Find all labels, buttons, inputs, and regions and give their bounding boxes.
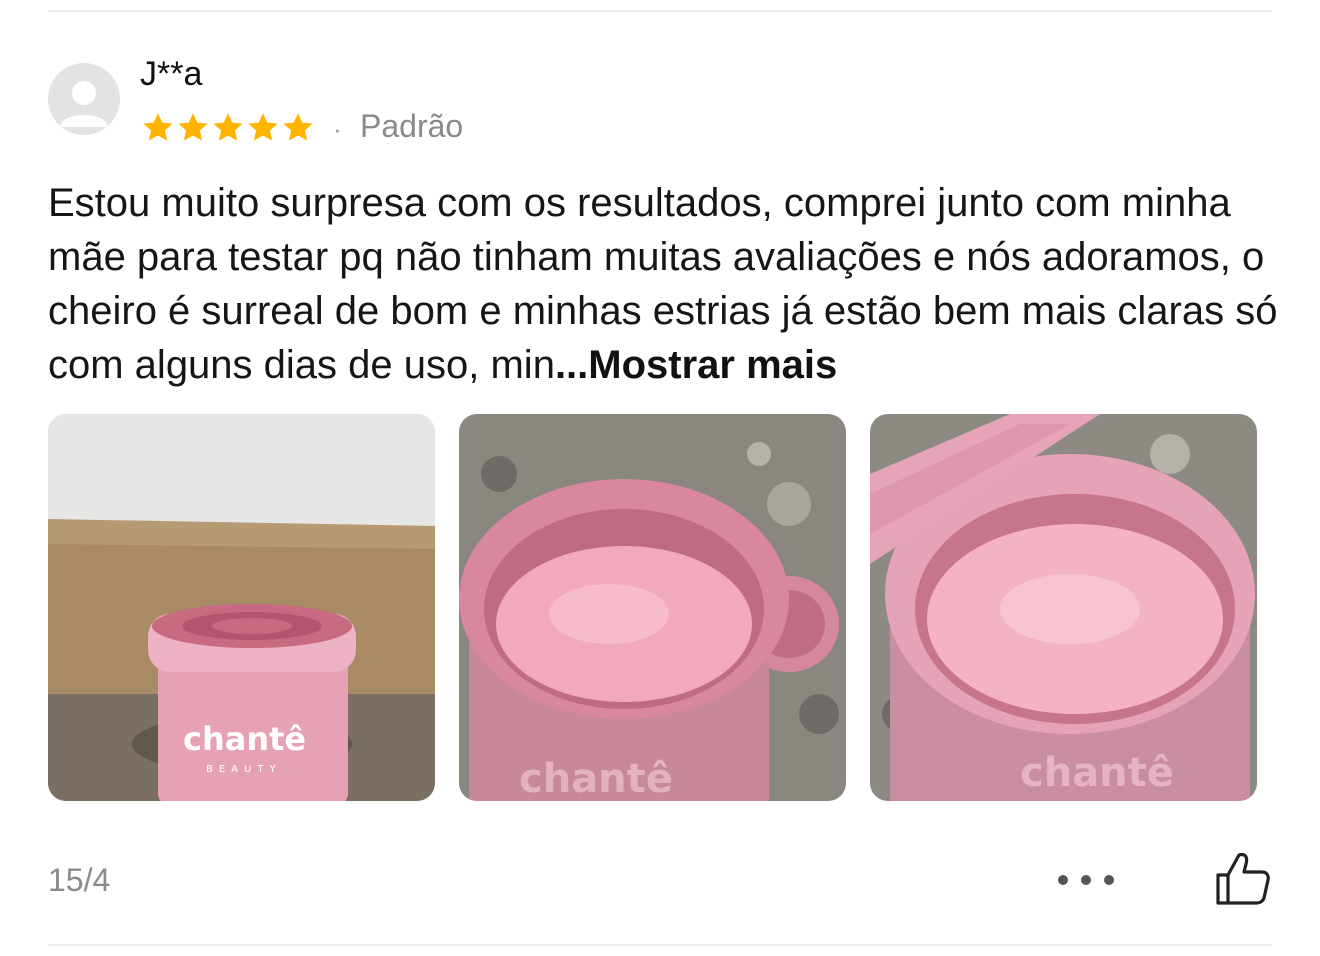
review-photo-1[interactable]: chantê BEAUTY (48, 414, 435, 801)
review-photo-3[interactable]: chantê (870, 414, 1257, 801)
product-variant: Padrão (360, 108, 464, 144)
thumbs-up-icon[interactable] (1212, 848, 1272, 908)
review-card: J**a · Padrão Estou muito surpresa com o… (0, 0, 1320, 956)
bottom-divider (48, 944, 1272, 946)
review-text: Estou muito surpresa com os resultados, … (48, 176, 1278, 392)
reviewer-name: J**a (140, 55, 203, 93)
photo-3-brand: chantê (1020, 750, 1174, 796)
star-icon (213, 113, 243, 141)
photo-2-brand: chantê (519, 756, 673, 801)
star-icon (248, 113, 278, 141)
star-rating (140, 110, 315, 146)
review-date: 15/4 (48, 862, 111, 898)
top-divider (48, 10, 1272, 12)
review-photo-2[interactable]: chantê (459, 414, 846, 801)
separator-dot: · (333, 114, 342, 144)
star-icon (178, 113, 208, 141)
photo-1-brand: chantê (183, 720, 306, 758)
user-avatar-icon[interactable] (48, 63, 120, 135)
star-icon (283, 113, 313, 141)
star-icon (143, 113, 173, 141)
photo-1-sub: BEAUTY (206, 764, 282, 775)
show-more-link[interactable]: ...Mostrar mais (555, 343, 837, 387)
more-options-icon[interactable] (1058, 866, 1114, 894)
